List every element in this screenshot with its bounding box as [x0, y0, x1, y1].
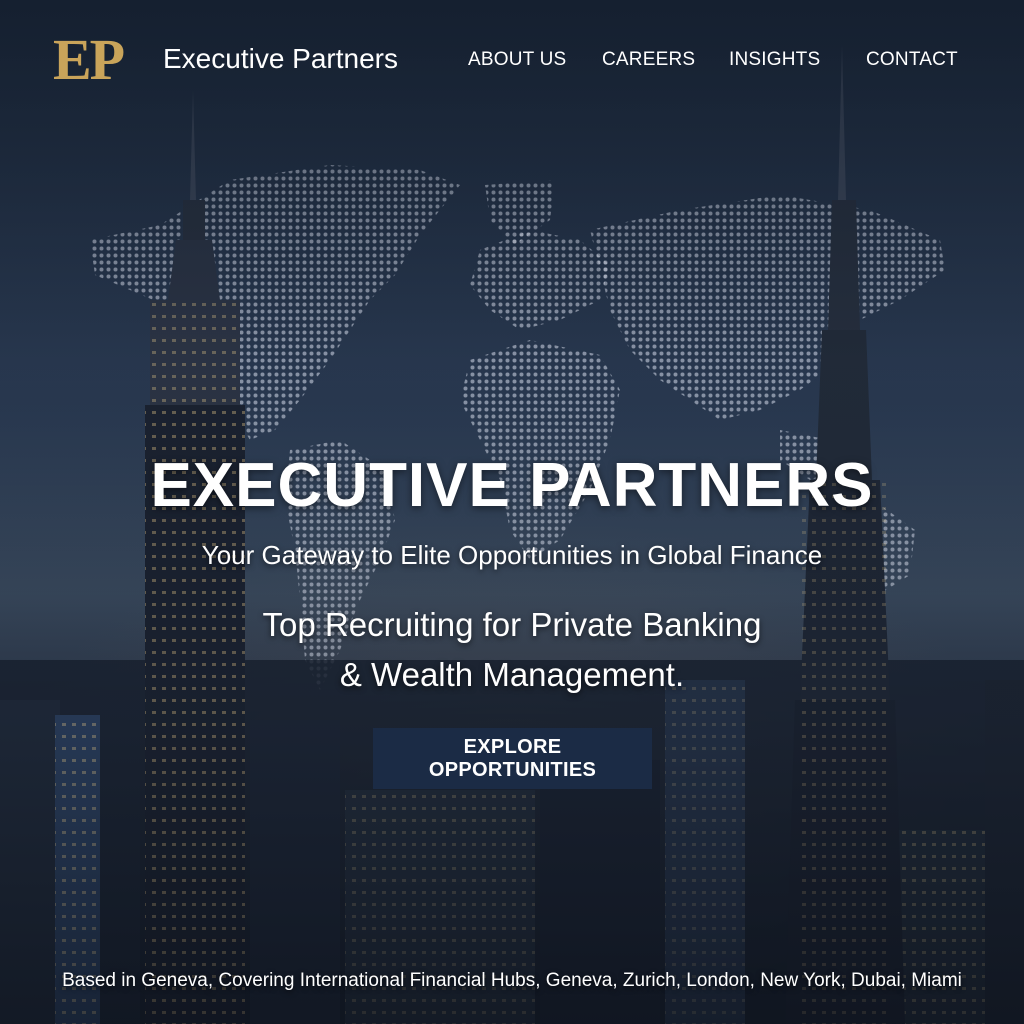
nav-link-about-us[interactable]: ABOUT US [468, 48, 566, 72]
hero-subheading-line-1: Top Recruiting for Private Banking [262, 606, 762, 643]
logo-mark[interactable]: EP [53, 30, 125, 90]
brand-name[interactable]: Executive Partners [163, 42, 398, 76]
explore-opportunities-button[interactable]: EXPLORE OPPORTUNITIES [373, 728, 652, 789]
locations-footer-text: Based in Geneva, Covering International … [62, 970, 962, 991]
nav-link-insights[interactable]: INSIGHTS [729, 48, 820, 72]
nav-link-careers[interactable]: CAREERS [602, 48, 695, 72]
nav-link-contact[interactable]: CONTACT [866, 48, 958, 72]
hero-tagline: Your Gateway to Elite Opportunities in G… [201, 540, 823, 570]
hero-title: EXECUTIVE PARTNERS [150, 451, 874, 520]
hero-subheading-line-2: & Wealth Management. [339, 656, 685, 693]
hero-subheading: Top Recruiting for Private Banking & Wea… [0, 600, 1024, 700]
